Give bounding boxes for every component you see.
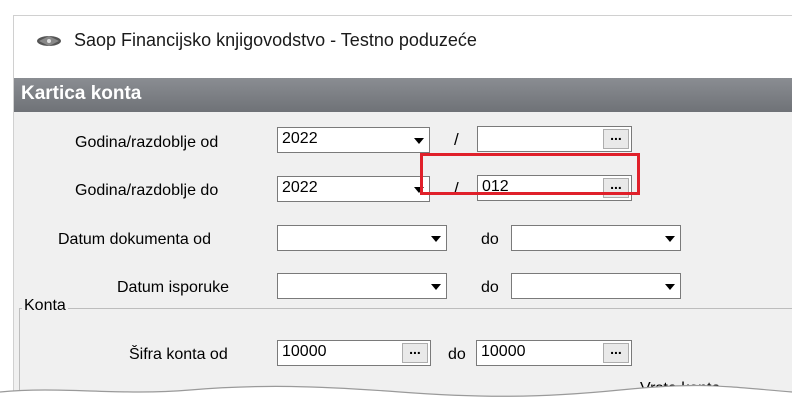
dropdown-arrow-icon[interactable] [426, 274, 446, 298]
sifra-konta-label: Šifra konta od [129, 346, 228, 363]
sifra-konta-od-browse-button[interactable]: ... [402, 342, 428, 363]
godina-do-year-value: 2022 [282, 179, 318, 196]
konta-group-title: Konta [22, 297, 68, 315]
window-title: Saop Financijsko knjigovodstvo - Testno … [74, 30, 477, 50]
godina-od-year-combo[interactable]: 2022 [277, 127, 430, 153]
datum-isporuke-label: Datum isporuke [117, 279, 230, 296]
datum-isporuke-do-label: do [481, 279, 499, 296]
title-bar: Saop Financijsko knjigovodstvo - Testno … [14, 16, 792, 78]
panel-header: Kartica konta [14, 78, 792, 112]
sifra-konta-od-value: 10000 [282, 343, 327, 360]
datum-dokumenta-do-label: do [481, 231, 499, 248]
app-logo-icon [37, 36, 61, 46]
annotation-highlight-box [420, 153, 640, 195]
godina-od-browse-button[interactable]: ... [603, 128, 629, 149]
sifra-konta-od-input[interactable]: 10000 ... [277, 340, 431, 366]
dropdown-arrow-icon[interactable] [409, 128, 429, 152]
datum-dokumenta-label: Datum dokumenta od [58, 231, 211, 248]
dropdown-arrow-icon[interactable] [660, 226, 680, 250]
godina-do-year-combo[interactable]: 2022 [277, 176, 430, 202]
datum-isporuke-od-combo[interactable] [277, 273, 447, 299]
panel-title: Kartica konta [21, 83, 142, 104]
godina-od-year-value: 2022 [282, 130, 318, 147]
godina-od-label: Godina/razdoblje od [75, 134, 219, 151]
datum-dokumenta-od-combo[interactable] [277, 225, 447, 251]
datum-isporuke-do-combo[interactable] [511, 273, 681, 299]
dropdown-arrow-icon[interactable] [660, 274, 680, 298]
sifra-konta-do-value: 10000 [481, 343, 526, 360]
datum-dokumenta-do-combo[interactable] [511, 225, 681, 251]
godina-od-slash: / [454, 130, 459, 149]
godina-od-period-input[interactable]: ... [477, 126, 632, 152]
sifra-konta-do-browse-button[interactable]: ... [603, 342, 629, 363]
godina-do-label: Godina/razdoblje do [75, 182, 219, 199]
sifra-konta-do-input[interactable]: 10000 ... [476, 340, 632, 366]
sifra-konta-do-label: do [448, 346, 466, 363]
torn-edge-decoration [0, 384, 792, 403]
dropdown-arrow-icon[interactable] [426, 226, 446, 250]
